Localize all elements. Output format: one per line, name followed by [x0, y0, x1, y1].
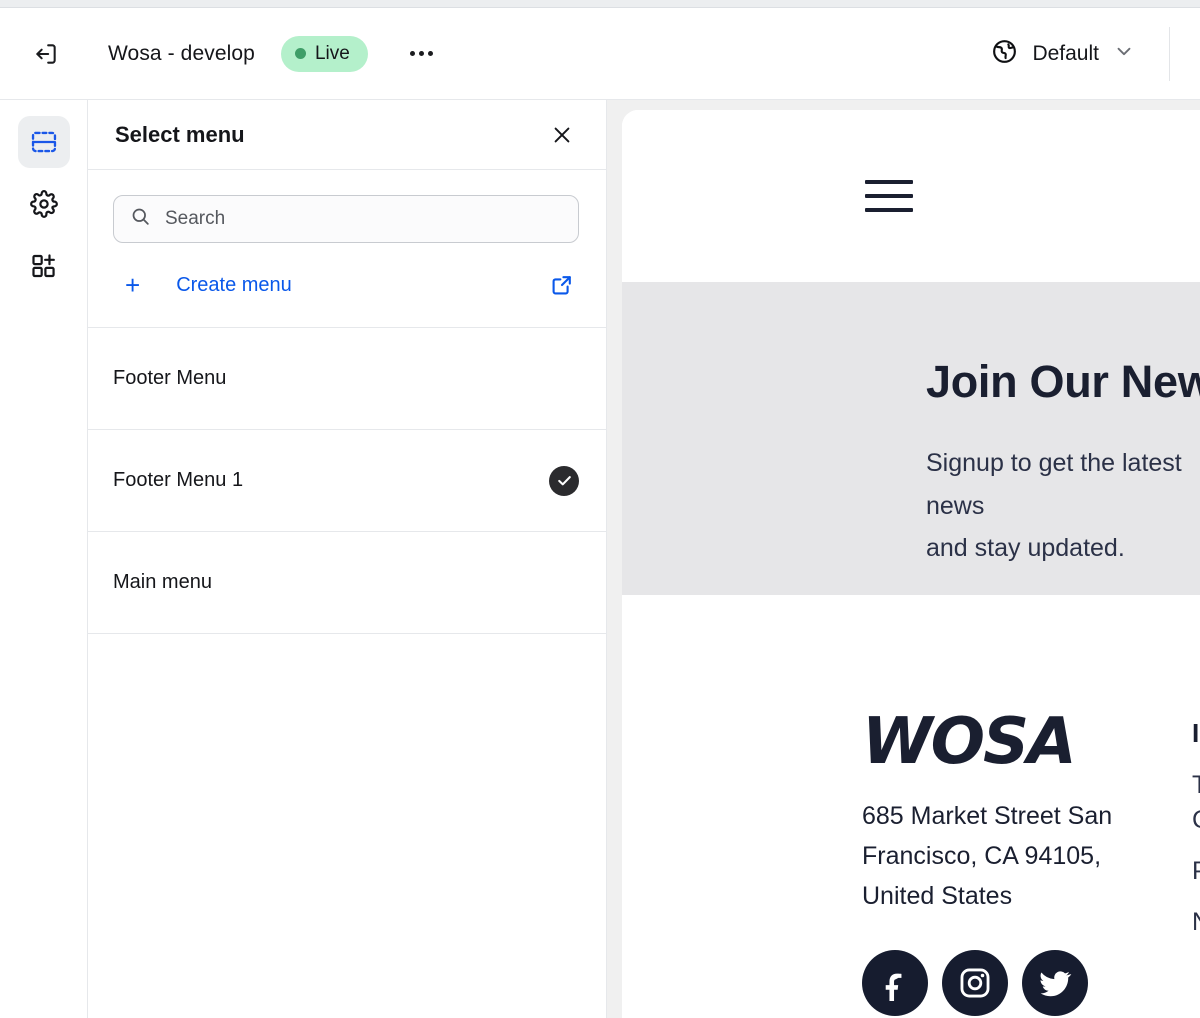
header-left-group: Wosa - develop Live [24, 32, 442, 76]
chevron-down-icon [1113, 40, 1135, 67]
footer-brand-column: WOSA 685 Market Street San Francisco, CA… [862, 710, 1192, 1016]
storefront-preview-area: Join Our Newsletter Signup to get the la… [607, 100, 1200, 1018]
twitter-icon[interactable] [1022, 950, 1088, 1016]
footer-links-heading: INFORMATION [1192, 718, 1200, 748]
more-horizontal-icon[interactable] [402, 34, 442, 74]
sidebar-item-apps[interactable] [18, 240, 70, 292]
create-menu-row: + Create menu [88, 243, 606, 328]
search-box[interactable] [113, 195, 579, 243]
menu-item-label: Footer Menu [113, 367, 227, 389]
select-menu-panel: Select menu + [88, 100, 607, 1018]
status-dot-icon [294, 48, 306, 59]
search-wrap [88, 170, 606, 243]
footer-link[interactable]: Conditions [1192, 806, 1200, 835]
footer-address: 685 Market Street San Francisco, CA 9410… [862, 802, 1113, 910]
header-right-group: Default [981, 26, 1184, 81]
sidebar-item-settings[interactable] [18, 178, 70, 230]
storefront-nav [622, 110, 1200, 282]
status-badge[interactable]: Live [280, 35, 368, 72]
newsletter-title: Join Our Newsletter [926, 356, 1200, 407]
search-icon [130, 206, 151, 232]
newsletter-section: Join Our Newsletter Signup to get the la… [622, 282, 1200, 595]
hamburger-menu-icon[interactable] [865, 180, 913, 212]
facebook-icon[interactable] [862, 950, 928, 1016]
globe-icon [991, 38, 1018, 70]
exit-icon[interactable] [24, 32, 68, 76]
search-input[interactable] [165, 208, 562, 230]
sidebar-item-sections[interactable] [17, 116, 70, 168]
icon-rail [0, 100, 88, 1018]
storefront-preview-canvas: Join Our Newsletter Signup to get the la… [622, 110, 1200, 1018]
panel-title: Select menu [115, 121, 245, 147]
list-item[interactable]: Footer Menu 1 [88, 430, 606, 532]
create-menu-button[interactable]: + Create menu [113, 266, 306, 304]
market-selector-label: Default [1032, 41, 1099, 65]
create-menu-label: Create menu [176, 273, 292, 296]
social-links-row [862, 950, 1192, 1016]
instagram-icon[interactable] [942, 950, 1008, 1016]
plus-icon: + [125, 270, 141, 300]
status-badge-label: Live [314, 42, 350, 64]
footer-links-column: INFORMATION Terms & Conditions Privacy P… [1192, 710, 1200, 1016]
close-icon[interactable] [545, 118, 579, 152]
footer-link[interactable]: Privacy Policy [1192, 857, 1200, 886]
wosa-logo: WOSA [862, 705, 1077, 779]
body-row: Select menu + [0, 100, 1200, 1018]
list-item[interactable]: Footer Menu [88, 328, 606, 430]
selected-check-icon [549, 465, 579, 496]
footer-link[interactable]: Terms & [1192, 771, 1200, 800]
list-item[interactable]: Main menu [88, 532, 606, 634]
window-chrome-strip [0, 0, 1200, 8]
page-title: Wosa - develop [108, 41, 255, 65]
panel-empty-space [88, 634, 606, 1018]
footer-link[interactable]: News [1192, 908, 1200, 937]
menu-item-label: Main menu [113, 571, 212, 593]
header-divider [1169, 26, 1170, 81]
external-link-icon[interactable] [545, 268, 579, 302]
app-header: Wosa - develop Live Default [0, 8, 1200, 100]
newsletter-subtitle: Signup to get the latest news and stay u… [926, 449, 1182, 562]
panel-header: Select menu [88, 100, 606, 170]
market-selector[interactable]: Default [981, 32, 1145, 76]
storefront-footer: WOSA 685 Market Street San Francisco, CA… [622, 595, 1200, 1016]
menu-item-label: Footer Menu 1 [113, 469, 244, 491]
